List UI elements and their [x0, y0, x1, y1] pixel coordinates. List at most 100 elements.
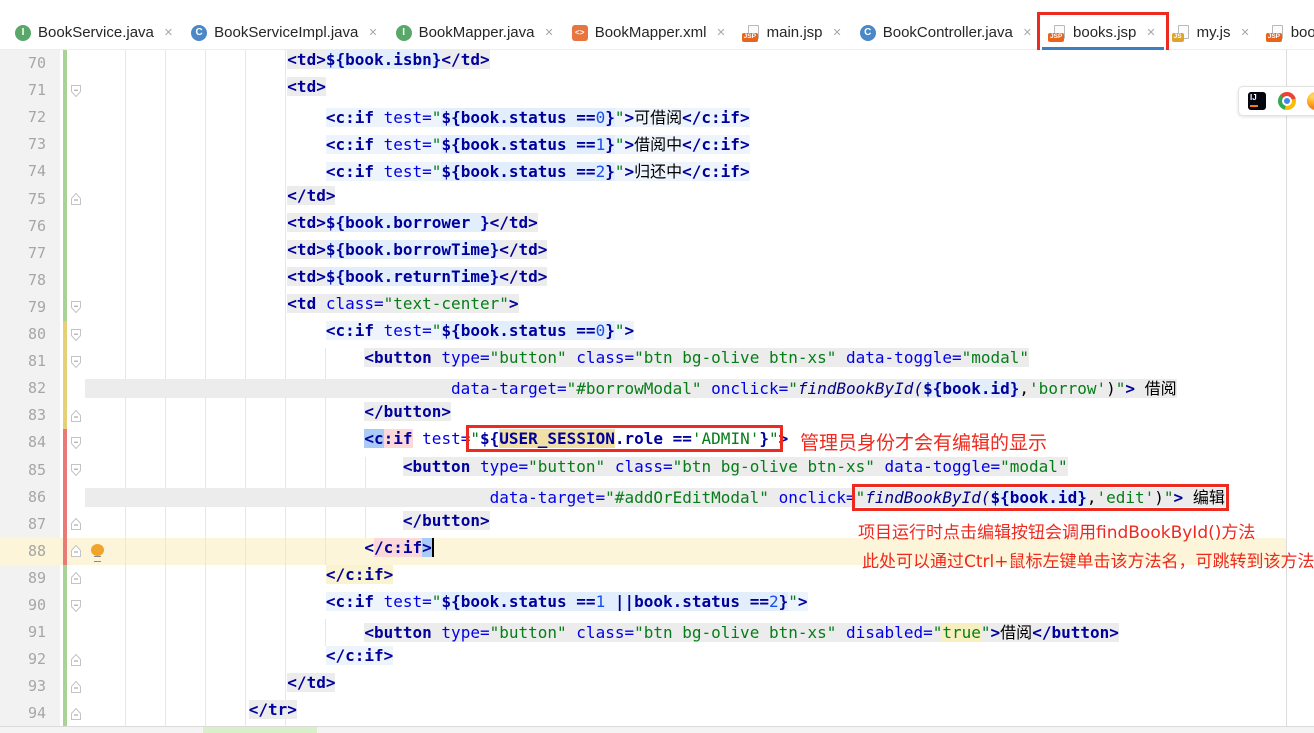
code-line-82[interactable]: data-target="#borrowModal" onclick="find…: [85, 375, 1177, 402]
fold-expand-icon[interactable]: [70, 436, 82, 450]
tab-BookMapper.xml[interactable]: <> BookMapper.xml ✕: [563, 16, 735, 49]
fold-expand-icon[interactable]: [70, 599, 82, 613]
code-line-70[interactable]: <td>${book.isbn}</td>: [85, 50, 490, 77]
tab-label: main.jsp: [766, 24, 823, 41]
tab-BookServiceImpl.java[interactable]: C BookServiceImpl.java ✕: [182, 16, 386, 49]
tab-my.js[interactable]: JS my.js ✕: [1165, 16, 1259, 49]
chrome-icon[interactable]: [1278, 92, 1296, 110]
code-line-76[interactable]: <td>${book.borrower }</td>: [85, 212, 538, 240]
code-line-87[interactable]: </button>: [85, 510, 490, 538]
text-caret: [431, 537, 434, 557]
tab-close-icon[interactable]: ✕: [716, 26, 725, 39]
code-token: ": [768, 429, 779, 449]
fold-collapse-icon[interactable]: [70, 409, 82, 423]
bottom-strip: [0, 726, 1314, 733]
tab-books.jsp[interactable]: JSP books.jsp ✕: [1037, 12, 1169, 53]
tab-close-icon[interactable]: ✕: [1241, 26, 1250, 39]
ide-window: I BookService.java ✕ C BookServiceImpl.java ✕…: [0, 0, 1314, 733]
code-line-73[interactable]: <c:if test="${book.status ==1}">借阅中</c:i…: [85, 131, 750, 158]
code-editor[interactable]: 70 <td>${book.isbn}</td> 71 <td> 72 <c:if …: [0, 50, 1314, 728]
fold-collapse-icon[interactable]: [70, 707, 82, 721]
code-line-81[interactable]: <button type="button" class="btn bg-oliv…: [85, 348, 1030, 375]
code-token: ${book.borrower }: [325, 212, 490, 232]
code-line-80[interactable]: <c:if test="${book.status ==0}">: [85, 321, 635, 348]
fold-expand-icon[interactable]: [70, 84, 82, 98]
code-token: type=: [441, 348, 490, 368]
tab-label: BookService.java: [38, 24, 154, 41]
tab-BookService.java[interactable]: I BookService.java ✕: [6, 16, 182, 49]
tab-close-icon[interactable]: ✕: [1146, 26, 1155, 39]
code-token: "button": [489, 348, 577, 368]
fold-expand-icon[interactable]: [70, 300, 82, 314]
code-line-79[interactable]: <td class="text-center">: [85, 293, 519, 321]
fold-collapse-icon[interactable]: [70, 517, 82, 531]
fold-collapse-icon[interactable]: [70, 571, 82, 585]
code-token: 2: [768, 592, 779, 611]
code-token: true: [942, 623, 981, 643]
code-token: </c:if>: [682, 135, 750, 155]
code-line-92[interactable]: </c:if>: [85, 646, 394, 673]
fold-collapse-icon[interactable]: [70, 544, 82, 558]
fold-expand-icon[interactable]: [70, 328, 82, 342]
tab-BookController.java[interactable]: C BookController.java ✕: [851, 16, 1041, 49]
code-line-91[interactable]: <button type="button" class="btn bg-oliv…: [85, 619, 1119, 646]
tab-book_modal.jsp[interactable]: JSPbook_modal.jsp✕: [1259, 16, 1314, 49]
code-token: "btn bg-olive btn-xs": [634, 623, 847, 643]
code-line-83[interactable]: </button>: [85, 402, 452, 429]
code-token: .role ==: [614, 429, 692, 449]
annotation-note-line1: 项目运行时点击编辑按钮会调用findBookById()方法: [858, 523, 1256, 543]
code-token: test=: [422, 429, 471, 449]
intellij-icon[interactable]: IJ: [1248, 92, 1266, 110]
code-line-77[interactable]: <td>${book.borrowTime}</td>: [85, 239, 548, 267]
code-token: ": [431, 321, 442, 340]
code-token: >: [1173, 487, 1193, 507]
code-token: <button: [402, 456, 480, 476]
code-token: ${book.status ==: [441, 321, 596, 340]
tab-close-icon[interactable]: ✕: [1023, 26, 1032, 39]
line-number: 85: [27, 460, 46, 479]
line-number: 89: [27, 568, 46, 587]
tab-close-icon[interactable]: ✕: [833, 26, 842, 39]
tab-close-icon[interactable]: ✕: [544, 26, 553, 39]
line-number: 92: [27, 650, 46, 669]
code-line-94[interactable]: </tr>: [85, 700, 297, 727]
tab-close-icon[interactable]: ✕: [368, 26, 377, 39]
code-line-74[interactable]: <c:if test="${book.status ==2}">归还中</c:i…: [85, 158, 750, 185]
code-line-78[interactable]: <td>${book.returnTime}</td>: [85, 266, 548, 294]
fold-expand-icon[interactable]: [70, 463, 82, 477]
fold-collapse-icon[interactable]: [70, 653, 82, 667]
code-token: ${book.status ==: [441, 135, 596, 155]
code-line-85[interactable]: <button type="button" class="btn bg-oliv…: [85, 456, 1068, 484]
fold-expand-icon[interactable]: [70, 355, 82, 369]
code-token: test=: [383, 108, 432, 128]
code-line-71[interactable]: <td>: [85, 77, 326, 104]
tab-BookMapper.java[interactable]: I BookMapper.java ✕: [387, 16, 563, 49]
fold-collapse-icon[interactable]: [70, 680, 82, 694]
code-line-88[interactable]: </c:if>: [85, 537, 434, 565]
firefox-icon[interactable]: [1307, 92, 1314, 110]
code-token: ${book.status ==: [441, 592, 596, 611]
code-line-84[interactable]: <c:if test="${USER_SESSION.role =='ADMIN…: [85, 425, 788, 456]
code-token: </c:if>: [682, 162, 750, 182]
code-token: "#addOrEditModal": [605, 487, 779, 507]
code-line-86[interactable]: data-target="#addOrEditModal" onclick="f…: [85, 483, 1229, 511]
tab-main.jsp[interactable]: JSP main.jsp ✕: [735, 16, 851, 49]
code-line-72[interactable]: <c:if test="${book.status ==0}">可借阅</c:i…: [85, 104, 750, 131]
code-token: ${: [479, 429, 500, 449]
code-line-75[interactable]: </td>: [85, 185, 336, 213]
tab-close-icon[interactable]: ✕: [164, 26, 173, 39]
code-token: }: [605, 162, 615, 182]
code-token: "btn bg-olive btn-xs": [634, 348, 847, 368]
code-token: data-toggle=: [884, 456, 1001, 476]
fold-collapse-icon[interactable]: [70, 192, 82, 206]
line-number: 88: [27, 541, 46, 560]
code-line-93[interactable]: </td>: [85, 673, 336, 700]
code-line-89[interactable]: </c:if>: [85, 564, 394, 592]
code-token: >: [624, 135, 635, 155]
code-line-90[interactable]: <c:if test="${book.status ==1 ||book.sta…: [85, 592, 808, 619]
code-token: ": [470, 429, 480, 449]
